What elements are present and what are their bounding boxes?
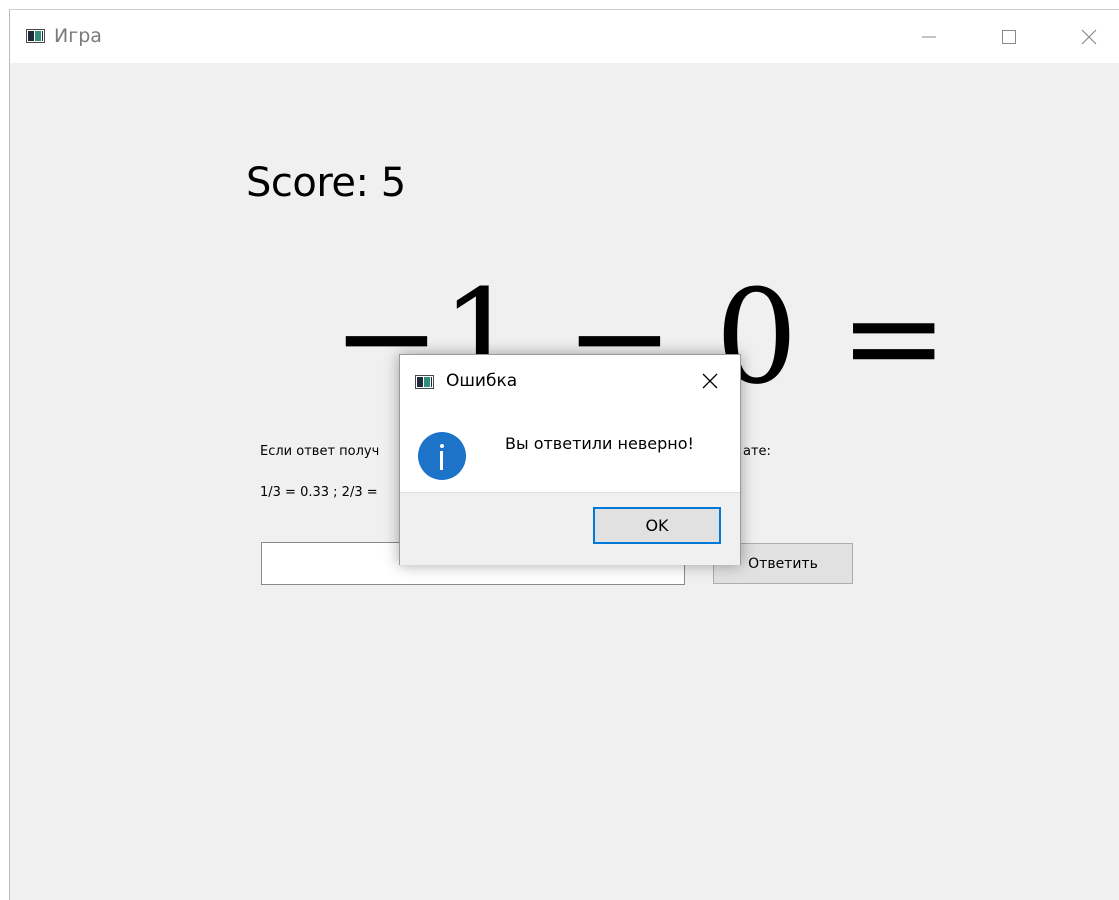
close-icon xyxy=(1081,29,1097,45)
close-icon xyxy=(702,373,718,389)
minimize-icon xyxy=(922,36,936,38)
hint-line-2: 1/3 = 0.33 ; 2/3 = xyxy=(260,485,378,500)
hint-line-1: Если ответ получ xyxy=(260,444,380,459)
maximize-button[interactable] xyxy=(986,20,1032,54)
title-bar: Игра xyxy=(10,10,1119,63)
maximize-icon xyxy=(1002,30,1016,44)
hint-line-1-end: ате: xyxy=(743,444,771,459)
dialog-message: Вы ответили неверно! xyxy=(505,434,694,453)
minimize-button[interactable] xyxy=(906,20,952,54)
dialog-close-button[interactable] xyxy=(698,369,722,393)
ok-button[interactable]: OK xyxy=(593,507,721,544)
close-window-button[interactable] xyxy=(1066,20,1112,54)
window-title: Игра xyxy=(54,25,102,47)
dialog-app-icon xyxy=(415,375,434,389)
error-dialog: Ошибка Вы ответили неверно! OK xyxy=(399,354,741,565)
dialog-title: Ошибка xyxy=(446,371,518,391)
info-icon xyxy=(418,432,466,480)
score-label: Score: 5 xyxy=(246,160,406,206)
dialog-footer: OK xyxy=(400,492,740,565)
app-icon xyxy=(26,29,45,43)
